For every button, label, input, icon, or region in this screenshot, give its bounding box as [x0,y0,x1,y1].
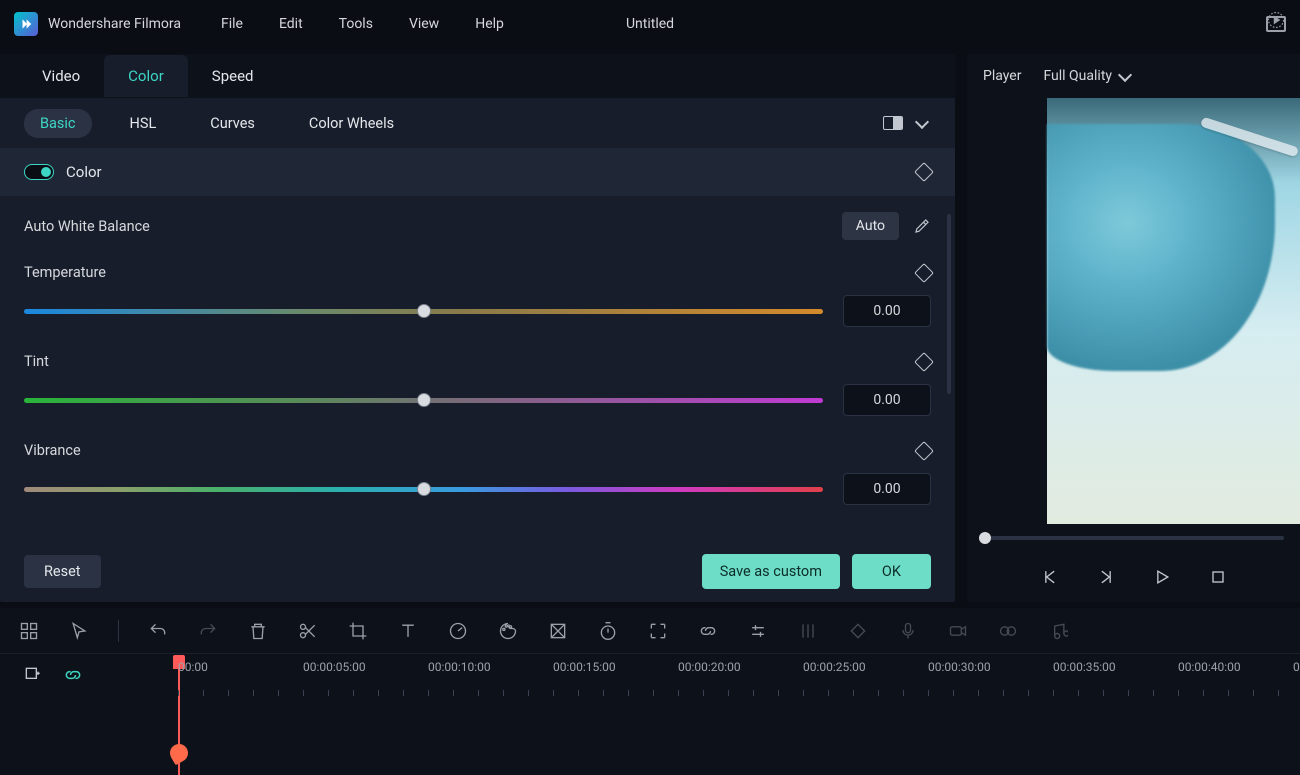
text-button[interactable] [397,620,419,642]
timecode-label: 00:00 [1293,660,1300,674]
timecode-label: 00:00:40:00 [1178,660,1241,674]
chevron-down-icon [1120,69,1134,83]
reset-button[interactable]: Reset [24,555,101,588]
eyedropper-icon[interactable] [913,217,931,235]
next-frame-button[interactable] [1095,566,1117,588]
tl-cursor-icon[interactable] [68,620,90,642]
player-label: Player [983,68,1021,84]
player-scrubber[interactable] [983,536,1284,540]
timecode-label: 00:00:30:00 [928,660,991,674]
app-logo-icon [14,12,38,36]
vibrance-slider[interactable] [24,487,823,492]
keyframe-button [847,620,869,642]
compare-view-icon[interactable] [883,116,903,130]
green-screen-button[interactable] [547,620,569,642]
redo-button[interactable] [197,620,219,642]
timeline-ruler[interactable]: 00:00 00:00:05:00 00:00:10:00 00:00:15:0… [128,654,1300,696]
tint-label: Tint [24,353,49,370]
section-title-color: Color [66,163,102,181]
panel-options-chevron-icon[interactable] [917,116,931,130]
audio-sync-button [997,620,1019,642]
timeline-panel: 00:00 00:00:05:00 00:00:10:00 00:00:15:0… [0,608,1300,775]
temperature-keyframe-icon[interactable] [914,263,934,283]
awb-label: Auto White Balance [24,218,150,235]
inspector-panel: Video Color Speed Basic HSL Curves Color… [0,54,955,602]
tab-video[interactable]: Video [18,55,104,97]
subtab-basic[interactable]: Basic [24,109,92,138]
player-panel: Player Full Quality [967,54,1300,602]
subtab-color-wheels[interactable]: Color Wheels [293,109,410,138]
timecode-label: 00:00:35:00 [1053,660,1116,674]
menu-help[interactable]: Help [475,16,504,32]
tab-color[interactable]: Color [104,55,188,97]
video-preview [1047,98,1300,524]
play-button[interactable] [1151,566,1173,588]
tint-slider-thumb[interactable] [417,393,431,407]
subtab-hsl[interactable]: HSL [114,109,173,138]
prev-frame-button[interactable] [1039,566,1061,588]
color-button[interactable] [497,620,519,642]
tint-value[interactable]: 0.00 [843,384,931,416]
temperature-slider[interactable] [24,309,823,314]
menu-edit[interactable]: Edit [279,16,303,32]
scrollbar[interactable] [947,214,951,394]
menu-file[interactable]: File [221,16,243,32]
menu-bar: Wondershare Filmora File Edit Tools View… [0,0,1300,48]
timecode-label: 00:00:15:00 [553,660,616,674]
auto-ripple-button[interactable] [62,664,84,686]
player-quality-select[interactable]: Full Quality [1035,62,1142,90]
stop-button[interactable] [1207,566,1229,588]
tint-keyframe-icon[interactable] [914,352,934,372]
adjust-button[interactable] [747,620,769,642]
timer-button[interactable] [597,620,619,642]
timecode-label: 00:00:10:00 [428,660,491,674]
link-button[interactable] [697,620,719,642]
undo-button[interactable] [147,620,169,642]
vibrance-keyframe-icon[interactable] [914,441,934,461]
speed-button[interactable] [447,620,469,642]
clip-marker[interactable] [167,741,192,766]
timecode-label: 00:00:05:00 [303,660,366,674]
app-name: Wondershare Filmora [48,16,181,32]
timecode-label: 00:00 [178,660,208,674]
voiceover-button [897,620,919,642]
vibrance-value[interactable]: 0.00 [843,473,931,505]
menu-view[interactable]: View [409,16,439,32]
player-quality-value: Full Quality [1043,68,1112,84]
expand-button[interactable] [647,620,669,642]
add-marker-button[interactable] [22,664,44,686]
subtab-curves[interactable]: Curves [194,109,271,138]
record-button [947,620,969,642]
keyframe-icon[interactable] [914,162,934,182]
vibrance-label: Vibrance [24,442,81,459]
project-title: Untitled [626,16,674,32]
ok-button[interactable]: OK [852,554,931,589]
temperature-slider-thumb[interactable] [417,304,431,318]
preview-content [1047,124,1275,371]
tab-speed[interactable]: Speed [188,55,278,97]
temperature-label: Temperature [24,264,106,281]
tint-slider[interactable] [24,398,823,403]
timeline-tracks[interactable] [0,696,1300,775]
tl-layout-icon[interactable] [18,620,40,642]
menu-tools[interactable]: Tools [339,16,373,32]
delete-button[interactable] [247,620,269,642]
save-as-custom-button[interactable]: Save as custom [702,554,840,589]
music-button [1047,620,1069,642]
split-button[interactable] [297,620,319,642]
vibrance-slider-thumb[interactable] [417,482,431,496]
auto-white-balance-button[interactable]: Auto [842,212,899,240]
timecode-label: 00:00:25:00 [803,660,866,674]
crop-button[interactable] [347,620,369,642]
audio-mixer-button [797,620,819,642]
color-enable-toggle[interactable] [24,164,54,180]
player-scrubber-thumb[interactable] [979,532,991,544]
timecode-label: 00:00:20:00 [678,660,741,674]
temperature-value[interactable]: 0.00 [843,295,931,327]
